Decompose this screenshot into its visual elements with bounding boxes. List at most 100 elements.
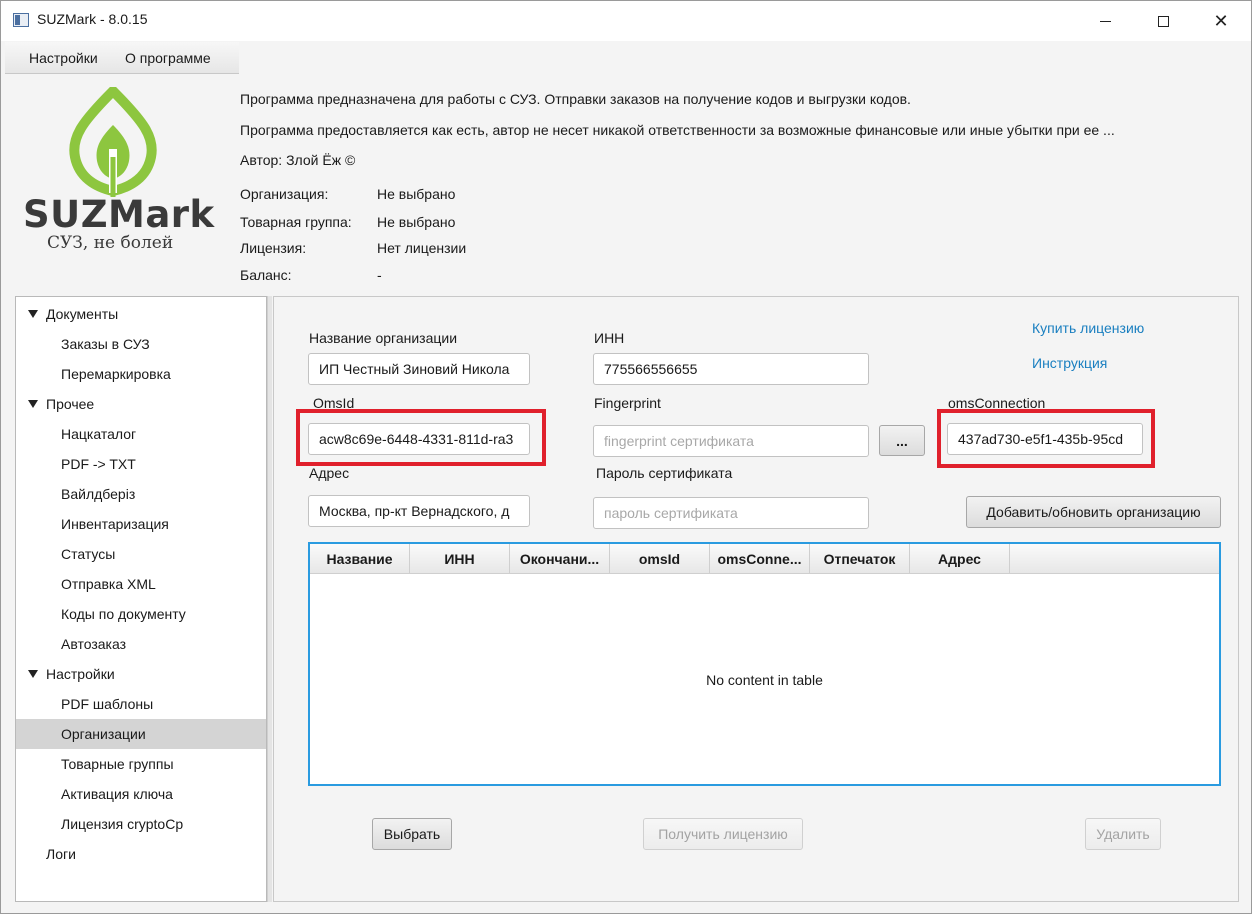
tree-item-suz-orders[interactable]: Заказы в СУЗ xyxy=(16,329,266,359)
tree-item-label: Заказы в СУЗ xyxy=(61,336,150,352)
tree-item-label: Вайлдберiз xyxy=(61,486,136,502)
omsid-highlight-box xyxy=(296,409,546,466)
product-group-value: Не выбрано xyxy=(377,214,456,230)
tree-item-label: Документы xyxy=(46,306,119,322)
menu-settings[interactable]: Настройки xyxy=(29,50,98,66)
minimize-icon xyxy=(1099,20,1111,22)
buy-license-link[interactable]: Купить лицензию xyxy=(1032,320,1144,336)
balance-value: - xyxy=(377,267,382,283)
tree-item-label: Логи xyxy=(46,846,76,862)
license-label: Лицензия: xyxy=(240,240,307,256)
get-license-button[interactable]: Получить лицензию xyxy=(643,818,803,850)
browse-certificate-button[interactable]: ... xyxy=(879,425,925,456)
window-title: SUZMark - 8.0.15 xyxy=(37,11,148,27)
tree-item-settings[interactable]: Настройки xyxy=(16,659,266,689)
add-update-organization-button[interactable]: Добавить/обновить организацию xyxy=(966,496,1221,528)
close-button[interactable]: ✕ xyxy=(1192,1,1250,41)
inn-input[interactable] xyxy=(593,353,869,385)
org-name-input[interactable] xyxy=(308,353,530,385)
balance-label: Баланс: xyxy=(240,267,292,283)
column-header-expiry[interactable]: Окончани... xyxy=(510,544,610,574)
app-window: SUZMark - 8.0.15 ✕ Настройки О программе… xyxy=(0,0,1252,914)
address-label: Адрес xyxy=(309,465,350,481)
instruction-link[interactable]: Инструкция xyxy=(1032,355,1107,371)
tree-item-label: Лицензия cryptoCp xyxy=(61,816,184,832)
tree-item-label: Коды по документу xyxy=(61,606,186,622)
select-button[interactable]: Выбрать xyxy=(372,818,452,850)
tree-item-pdf-templates[interactable]: PDF шаблоны xyxy=(16,689,266,719)
logo-tagline: СУЗ, не болей xyxy=(47,233,174,253)
cert-password-input[interactable] xyxy=(593,497,869,529)
tree-item-key-activation[interactable]: Активация ключа xyxy=(16,779,266,809)
tree-item-send-xml[interactable]: Отправка XML xyxy=(16,569,266,599)
org-name-label: Название организации xyxy=(309,330,458,346)
fingerprint-input[interactable] xyxy=(593,425,869,457)
tree-item-other[interactable]: Прочее xyxy=(16,389,266,419)
title-bar: SUZMark - 8.0.15 ✕ xyxy=(1,1,1251,41)
oms-connection-highlight-box xyxy=(937,409,1155,468)
tree-item-label: Нацкаталог xyxy=(61,426,137,442)
tree-item-logs[interactable]: Логи xyxy=(16,839,266,869)
org-label: Организация: xyxy=(240,186,329,202)
maximize-icon xyxy=(1157,15,1169,27)
info-author: Автор: Злой Ёж © xyxy=(240,152,356,168)
info-description: Программа предназначена для работы с СУЗ… xyxy=(240,91,911,107)
column-header-fingerprint[interactable]: Отпечаток xyxy=(810,544,910,574)
tree-item-statuses[interactable]: Статусы xyxy=(16,539,266,569)
tree-item-organizations[interactable]: Организации xyxy=(16,719,266,749)
tree-item-wildberries[interactable]: Вайлдберiз xyxy=(16,479,266,509)
tree-item-label: Статусы xyxy=(61,546,116,562)
delete-button[interactable]: Удалить xyxy=(1085,818,1161,850)
table-header: Название ИНН Окончани... omsId omsConne.… xyxy=(310,544,1219,574)
tree-item-documents[interactable]: Документы xyxy=(16,299,266,329)
maximize-button[interactable] xyxy=(1134,1,1192,41)
tree-item-pdf-to-txt[interactable]: PDF -> TXT xyxy=(16,449,266,479)
tree-item-remarking[interactable]: Перемаркировка xyxy=(16,359,266,389)
suzmark-logo: SUZMark СУЗ, не болей xyxy=(23,87,215,257)
tree-item-label: Автозаказ xyxy=(61,636,127,652)
column-header-omsid[interactable]: omsId xyxy=(610,544,710,574)
tree-item-label: Перемаркировка xyxy=(61,366,171,382)
expand-arrow-icon[interactable] xyxy=(28,670,38,678)
tree-item-label: PDF шаблоны xyxy=(61,696,154,712)
column-header-oms-connection[interactable]: omsConne... xyxy=(710,544,810,574)
tree-item-label: Прочее xyxy=(46,396,95,412)
expand-arrow-icon[interactable] xyxy=(28,400,38,408)
cert-password-label: Пароль сертификата xyxy=(596,465,733,481)
tree-item-auto-order[interactable]: Автозаказ xyxy=(16,629,266,659)
logo-wordmark: SUZMark xyxy=(23,193,215,236)
tree-item-label: PDF -> TXT xyxy=(61,456,136,472)
menu-bar: Настройки О программе xyxy=(5,42,239,74)
address-input[interactable] xyxy=(308,495,530,527)
minimize-button[interactable] xyxy=(1076,1,1134,41)
tree-item-label: Организации xyxy=(61,726,146,742)
organizations-table[interactable]: Название ИНН Окончани... omsId omsConne.… xyxy=(308,542,1221,786)
split-pane-divider[interactable] xyxy=(267,296,272,902)
tree-item-label: Инвентаризация xyxy=(61,516,169,532)
column-header-address[interactable]: Адрес xyxy=(910,544,1010,574)
column-header-inn[interactable]: ИНН xyxy=(410,544,510,574)
expand-arrow-icon[interactable] xyxy=(28,310,38,318)
navigation-tree: Документы Заказы в СУЗ Перемаркировка Пр… xyxy=(15,296,267,902)
org-value: Не выбрано xyxy=(377,186,456,202)
column-header-name[interactable]: Название xyxy=(310,544,410,574)
fingerprint-label: Fingerprint xyxy=(594,395,661,411)
close-icon: ✕ xyxy=(1213,11,1229,31)
tree-item-codes-by-document[interactable]: Коды по документу xyxy=(16,599,266,629)
tree-item-label: Товарные группы xyxy=(61,756,174,772)
product-group-label: Товарная группа: xyxy=(240,214,352,230)
inn-label: ИНН xyxy=(594,330,625,346)
info-disclaimer: Программа предоставляется как есть, авто… xyxy=(240,122,1115,138)
tree-item-national-catalog[interactable]: Нацкаталог xyxy=(16,419,266,449)
tree-item-product-groups[interactable]: Товарные группы xyxy=(16,749,266,779)
tree-item-inventory[interactable]: Инвентаризация xyxy=(16,509,266,539)
leaf-icon xyxy=(69,87,157,197)
menu-about[interactable]: О программе xyxy=(125,50,211,66)
tree-item-cryptocp-license[interactable]: Лицензия cryptoCp xyxy=(16,809,266,839)
app-icon xyxy=(13,13,29,27)
table-empty-message: No content in table xyxy=(706,672,823,688)
tree-item-label: Активация ключа xyxy=(61,786,173,802)
license-value: Нет лицензии xyxy=(377,240,467,256)
tree-item-label: Отправка XML xyxy=(61,576,156,592)
tree-item-label: Настройки xyxy=(46,666,115,682)
